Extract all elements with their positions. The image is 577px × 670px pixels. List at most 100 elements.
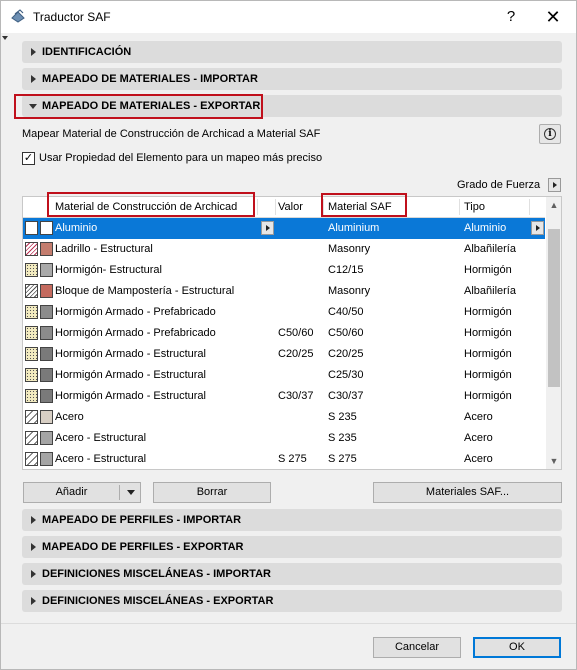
surface-color-swatch <box>40 305 53 319</box>
cell-material: Acero - Estructural <box>55 432 147 444</box>
section-label: MAPEADO DE PERFILES - IMPORTAR <box>42 514 242 526</box>
expand-arrow-icon <box>31 516 36 524</box>
cell-saf-material: S 235 <box>328 432 357 444</box>
footer-divider <box>1 623 576 624</box>
play-arrow-icon <box>536 225 540 231</box>
expand-arrow-icon <box>31 75 36 83</box>
section-misc-export[interactable]: DEFINICIONES MISCELÁNEAS - EXPORTAR <box>22 590 562 612</box>
table-row[interactable]: Bloque de Mampostería - Estructural Mason… <box>23 281 545 302</box>
help-button[interactable]: ? <box>497 5 525 29</box>
cell-saf-material: C40/50 <box>328 306 364 318</box>
table-row[interactable]: Hormigón Armado - Prefabricado C50/60 C50/… <box>23 323 545 344</box>
surface-color-swatch <box>40 221 53 235</box>
section-label: DEFINICIONES MISCELÁNEAS - EXPORTAR <box>42 595 274 607</box>
cell-type: Aluminio <box>464 222 507 234</box>
table-row[interactable]: Acero S 235 Acero <box>23 407 545 428</box>
table-row[interactable]: Hormigón- Estructural C12/15 Hormigón <box>23 260 545 281</box>
chevron-down-icon[interactable] <box>127 490 135 495</box>
section-profiles-import[interactable]: MAPEADO DE PERFILES - IMPORTAR <box>22 509 562 531</box>
row-popup-button[interactable] <box>261 221 274 235</box>
cell-type: Albañilería <box>464 285 516 297</box>
fill-pattern-swatch <box>25 389 38 403</box>
cancel-button[interactable]: Cancelar <box>373 637 461 658</box>
table-row[interactable]: Hormigón Armado - Prefabricado C40/50 Horm… <box>23 302 545 323</box>
table-row[interactable]: Hormigón Armado - Estructural C25/30 Hormi… <box>23 365 545 386</box>
cell-type: Hormigón <box>464 306 512 318</box>
cell-type: Acero <box>464 411 493 423</box>
fill-pattern-swatch <box>25 263 38 277</box>
strength-grade-label: Grado de Fuerza <box>457 179 541 191</box>
section-identificacion[interactable]: IDENTIFICACIÓN <box>22 41 562 63</box>
highlight-box-section <box>14 94 263 119</box>
strength-grade-button[interactable] <box>548 178 561 192</box>
section-profiles-export[interactable]: MAPEADO DE PERFILES - EXPORTAR <box>22 536 562 558</box>
cell-type: Albañilería <box>464 243 516 255</box>
play-arrow-icon <box>266 225 270 231</box>
highlight-box-material-column <box>47 192 255 217</box>
table-row[interactable]: Aluminio Aluminium Aluminio <box>23 218 545 239</box>
add-split-button[interactable]: Añadir <box>23 482 141 503</box>
section-misc-import[interactable]: DEFINICIONES MISCELÁNEAS - IMPORTAR <box>22 563 562 585</box>
cell-material: Hormigón Armado - Estructural <box>55 390 206 402</box>
cell-type: Hormigón <box>464 348 512 360</box>
cell-material: Hormigón Armado - Estructural <box>55 369 206 381</box>
table-row[interactable]: Ladrillo - Estructural Masonry Albañilería <box>23 239 545 260</box>
column-divider <box>257 199 258 215</box>
cell-saf-material: S 235 <box>328 411 357 423</box>
cell-material: Hormigón- Estructural <box>55 264 162 276</box>
expand-arrow-icon <box>31 570 36 578</box>
delete-button[interactable]: Borrar <box>153 482 271 503</box>
cell-saf-material: C50/60 <box>328 327 364 339</box>
table-row[interactable]: Acero - Estructural S 235 Acero <box>23 428 545 449</box>
cell-saf-material: C12/15 <box>328 264 364 276</box>
cell-type: Hormigón <box>464 264 512 276</box>
cell-material: Hormigón Armado - Prefabricado <box>55 327 216 339</box>
fill-pattern-swatch <box>25 410 38 424</box>
window-title: Traductor SAF <box>33 10 111 24</box>
cell-saf-material: Masonry <box>328 243 371 255</box>
use-property-checkbox[interactable]: ✓ <box>22 152 35 165</box>
table-row[interactable]: Hormigón Armado - Estructural C20/25 C20/2… <box>23 344 545 365</box>
surface-color-swatch <box>40 368 53 382</box>
fill-pattern-swatch <box>25 431 38 445</box>
row-popup-button[interactable] <box>531 221 544 235</box>
column-header-type[interactable]: Tipo <box>464 201 485 213</box>
cell-value: C20/25 <box>278 348 314 360</box>
close-button[interactable]: ✕ <box>539 5 567 29</box>
surface-color-swatch <box>40 431 53 445</box>
fill-pattern-swatch <box>25 452 38 466</box>
scroll-thumb[interactable] <box>548 229 560 387</box>
cell-material: Acero - Estructural <box>55 453 147 465</box>
cell-type: Acero <box>464 432 493 444</box>
table-row[interactable]: Hormigón Armado - Estructural C30/37 C30/3… <box>23 386 545 407</box>
column-divider <box>459 199 460 215</box>
cell-saf-material: Aluminium <box>328 222 380 234</box>
info-button[interactable]: i <box>539 124 561 144</box>
cell-material: Aluminio <box>55 222 98 234</box>
cell-saf-material: C25/30 <box>328 369 364 381</box>
fill-pattern-swatch <box>25 221 38 235</box>
cell-saf-material: Masonry <box>328 285 371 297</box>
column-header-value[interactable]: Valor <box>278 201 303 213</box>
fill-pattern-swatch <box>25 284 38 298</box>
cell-material: Ladrillo - Estructural <box>55 243 153 255</box>
ok-button[interactable]: OK <box>473 637 561 658</box>
split-divider <box>119 485 120 500</box>
expand-arrow-icon <box>31 597 36 605</box>
scroll-up-icon[interactable]: ▲ <box>546 197 561 213</box>
use-property-label: Usar Propiedad del Elemento para un mape… <box>39 152 323 164</box>
section-materials-import[interactable]: MAPEADO DE MATERIALES - IMPORTAR <box>22 68 562 90</box>
surface-color-swatch <box>40 452 53 466</box>
table-scrollbar[interactable]: ▲ ▼ <box>546 197 561 469</box>
cell-type: Hormigón <box>464 327 512 339</box>
cell-value: S 275 <box>278 453 307 465</box>
surface-color-swatch <box>40 389 53 403</box>
saf-materials-button[interactable]: Materiales SAF... <box>373 482 562 503</box>
add-button[interactable]: Añadir <box>24 483 119 502</box>
section-label: MAPEADO DE MATERIALES - IMPORTAR <box>42 73 258 85</box>
surface-color-swatch <box>40 284 53 298</box>
fill-pattern-swatch <box>25 347 38 361</box>
section-label: DEFINICIONES MISCELÁNEAS - IMPORTAR <box>42 568 271 580</box>
table-row[interactable]: Acero - Estructural S 275 S 275 Acero <box>23 449 545 469</box>
scroll-down-icon[interactable]: ▼ <box>546 453 561 469</box>
